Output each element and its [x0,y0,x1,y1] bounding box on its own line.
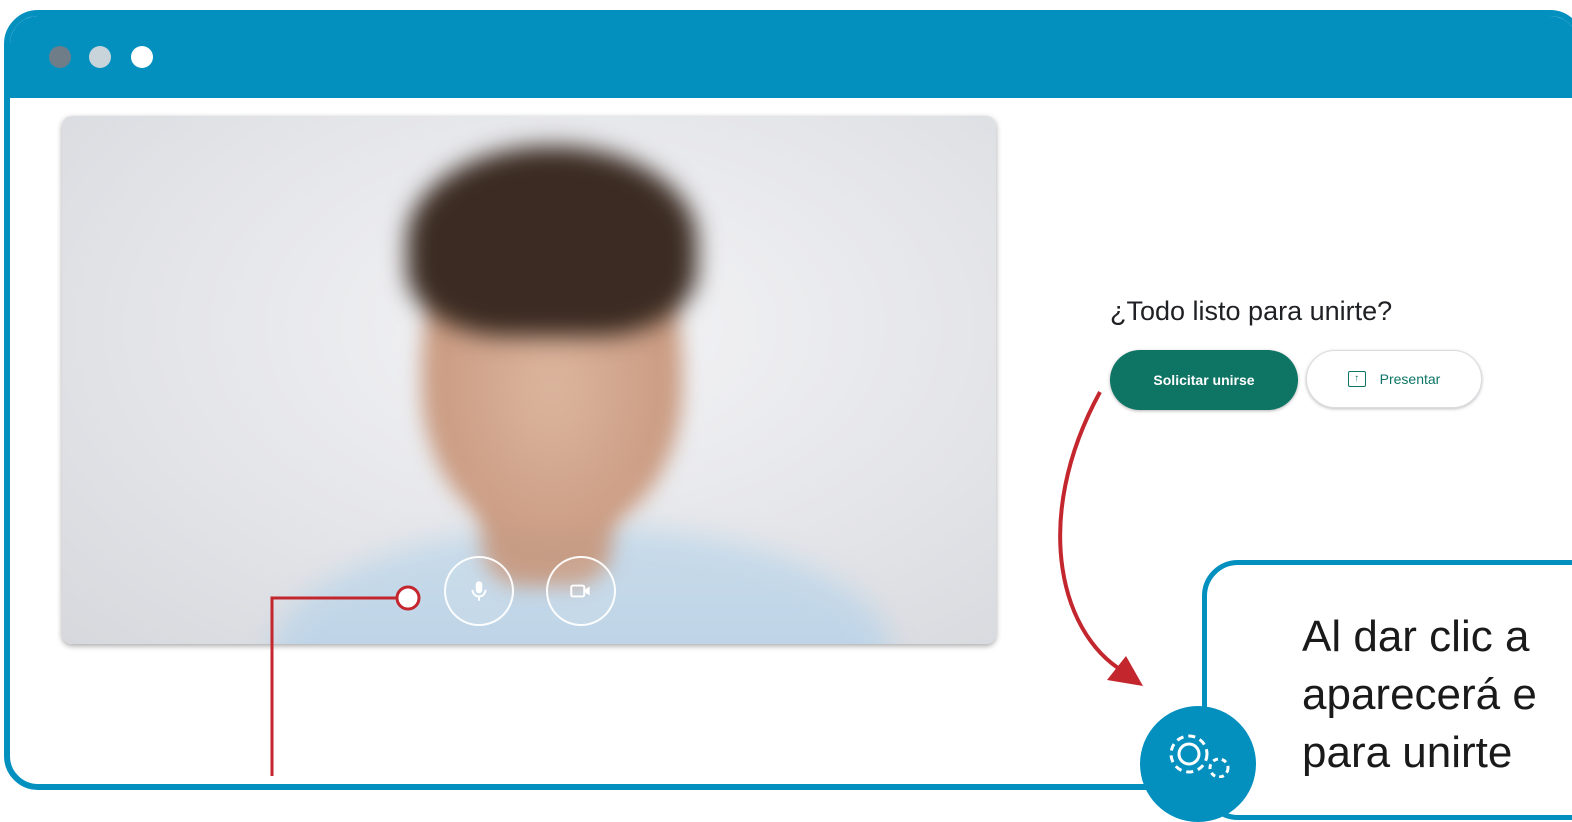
callout-line-3: para unirte [1302,728,1513,777]
callout-line-1: Al dar clic a [1302,612,1530,661]
request-join-button[interactable]: Solicitar unirse [1110,350,1298,410]
camera-toggle-button[interactable] [546,556,616,626]
window-minimize-dot[interactable] [89,46,111,68]
present-button-label: Presentar [1379,371,1441,387]
window-maximize-dot[interactable] [131,46,153,68]
person-hair [407,146,697,336]
microphone-toggle-button[interactable] [444,556,514,626]
camera-preview [62,116,996,644]
settings-badge [1140,706,1256,822]
present-button[interactable]: ↑ Presentar [1306,350,1482,408]
present-screen-icon: ↑ [1347,371,1366,387]
window-title-bar [10,16,1572,98]
window-close-dot[interactable] [49,46,71,68]
callout-text: Al dar clic a aparecerá e para unirte [1302,608,1572,782]
gear-icon [1169,734,1230,778]
ready-to-join-title: ¿Todo listo para unirte? [1110,296,1393,326]
microphone-icon [471,581,487,601]
video-camera-icon [570,584,590,598]
callout-line-2: aparecerá e [1302,670,1537,719]
